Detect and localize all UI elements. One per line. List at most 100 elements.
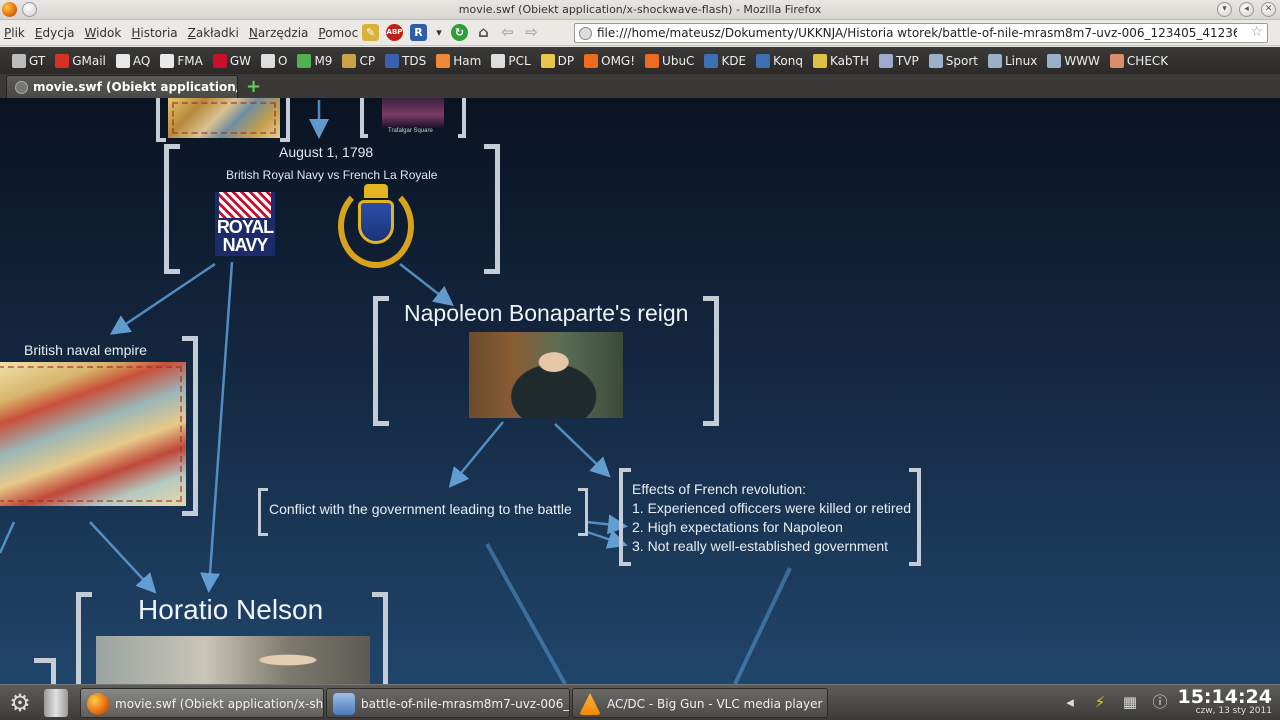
- world-map-image: [0, 362, 186, 506]
- bookmark-ham[interactable]: Ham: [432, 53, 485, 68]
- royal-navy-logo: ROYAL NAVY: [215, 192, 275, 256]
- conflict-text: Conflict with the government leading to …: [269, 501, 572, 517]
- bookmark-cp[interactable]: CP: [338, 53, 379, 68]
- napoleon-node[interactable]: Napoleon Bonaparte's reign: [373, 296, 719, 426]
- kde-menu-gear-icon[interactable]: ⚙: [6, 689, 34, 717]
- flash-presentation[interactable]: Trafalgar Square August 1, 1798 British …: [0, 98, 1280, 684]
- map-image: [168, 98, 280, 138]
- bookmark-m9[interactable]: M9: [293, 53, 336, 68]
- bookmark-linux[interactable]: Linux: [984, 53, 1041, 68]
- bookmark-icon: [160, 53, 175, 68]
- effects-node[interactable]: Effects of French revolution: 1. Experie…: [619, 468, 921, 566]
- bookmark-icon: [1047, 53, 1062, 68]
- bookmark-pcl[interactable]: PCL: [487, 53, 534, 68]
- clock[interactable]: 15:14:24 czw, 13 sty 2011: [1177, 686, 1272, 716]
- map-node[interactable]: [156, 98, 290, 142]
- bookmark-dp[interactable]: DP: [537, 53, 578, 68]
- window-title: movie.swf (Obiekt application/x-shockwav…: [458, 3, 822, 16]
- url-bar[interactable]: ☆: [574, 23, 1268, 43]
- menu-widok[interactable]: Widok: [84, 26, 121, 40]
- tab-label: movie.swf (Obiekt application/...: [33, 80, 238, 94]
- british-empire-node[interactable]: British naval empire: [0, 336, 198, 516]
- nelson-node[interactable]: Horatio Nelson: [76, 592, 388, 684]
- bookmark-omg[interactable]: OMG!: [580, 53, 639, 68]
- task-firefox[interactable]: movie.swf (Obiekt application/x-shoc: [80, 688, 324, 718]
- bookmark-check[interactable]: CHECK: [1106, 53, 1172, 68]
- conflict-node[interactable]: Conflict with the government leading to …: [258, 488, 588, 536]
- trash-icon[interactable]: [44, 689, 68, 717]
- menu-plik[interactable]: Plik: [4, 26, 25, 40]
- battle-date-node[interactable]: August 1, 1798 British Royal Navy vs Fre…: [164, 144, 500, 274]
- bookmark-icon: [342, 53, 357, 68]
- effects-title: Effects of French revolution:: [632, 481, 807, 497]
- info-icon[interactable]: ⓘ: [1150, 691, 1170, 713]
- menu-edycja[interactable]: Edycja: [35, 26, 75, 40]
- napoleon-title: Napoleon Bonaparte's reign: [404, 300, 689, 326]
- bookmark-gmail[interactable]: GMail: [51, 53, 110, 68]
- nelson-portrait: [96, 636, 370, 684]
- folder-icon: [333, 693, 355, 715]
- r-icon[interactable]: R: [410, 24, 427, 41]
- trafalgar-caption: Trafalgar Square: [388, 128, 433, 134]
- maximize-icon[interactable]: ◂: [1239, 2, 1254, 17]
- tray-arrow-icon[interactable]: ◂: [1060, 691, 1080, 713]
- menu-narzedzia[interactable]: Narzędzia: [249, 26, 309, 40]
- bookmark-gt[interactable]: GT: [8, 53, 49, 68]
- power-icon[interactable]: ⚡: [1090, 691, 1110, 713]
- bookmark-ubuc[interactable]: UbuC: [641, 53, 698, 68]
- effects-item-3: 3. Not really well-established governmen…: [632, 538, 889, 554]
- bookmark-konq[interactable]: Konq: [752, 53, 807, 68]
- bookmark-icon: [704, 53, 719, 68]
- bookmark-icon: [812, 53, 827, 68]
- bookmark-fma[interactable]: FMA: [156, 53, 206, 68]
- menu-bar: Plik Edycja Widok Historia Zakładki Narz…: [0, 20, 1280, 46]
- task-folder[interactable]: battle-of-nile-mrasm8m7-uvz-006_1: [326, 688, 570, 718]
- bookmark-gw[interactable]: GW: [209, 53, 255, 68]
- menu-items: Plik Edycja Widok Historia Zakładki Narz…: [4, 26, 358, 40]
- adblock-icon[interactable]: ABP: [386, 24, 403, 41]
- forward-icon[interactable]: ⇨: [523, 24, 540, 41]
- bookmark-kabth[interactable]: KabTH: [809, 53, 873, 68]
- home-icon[interactable]: ⌂: [475, 24, 492, 41]
- bookmark-star-icon[interactable]: ☆: [1250, 24, 1263, 40]
- bookmark-icon: [645, 53, 660, 68]
- back-icon[interactable]: ⇦: [499, 24, 516, 41]
- page-favicon-icon: [579, 27, 592, 40]
- bookmark-o[interactable]: O: [257, 53, 291, 68]
- trafalgar-image: [382, 98, 444, 128]
- dropdown-icon[interactable]: ▾: [434, 24, 444, 41]
- reload-icon[interactable]: ↻: [451, 24, 468, 41]
- battle-subtitle: British Royal Navy vs French La Royale: [226, 168, 438, 182]
- url-input[interactable]: [597, 25, 1237, 41]
- british-empire-title: British naval empire: [24, 342, 147, 358]
- bookmark-icon: [540, 53, 555, 68]
- new-tab-icon[interactable]: +: [246, 76, 261, 97]
- bookmark-tvp[interactable]: TVP: [875, 53, 923, 68]
- window-title-bar: movie.swf (Obiekt application/x-shockwav…: [0, 0, 1280, 20]
- trafalgar-node[interactable]: Trafalgar Square: [360, 98, 466, 138]
- bookmark-tds[interactable]: TDS: [381, 53, 430, 68]
- clock-time: 15:14:24: [1177, 686, 1272, 708]
- greasemonkey-icon[interactable]: ✎: [362, 24, 379, 41]
- network-icon[interactable]: ▦: [1120, 691, 1140, 713]
- bookmark-icon: [212, 53, 227, 68]
- bookmark-icon: [115, 53, 130, 68]
- menu-pomoc[interactable]: Pomoc: [318, 26, 358, 40]
- bookmark-icon: [584, 53, 599, 68]
- menu-zakladki[interactable]: Zakładki: [188, 26, 239, 40]
- bookmark-kde[interactable]: KDE: [700, 53, 750, 68]
- menu-historia[interactable]: Historia: [131, 26, 177, 40]
- bookmark-sport[interactable]: Sport: [925, 53, 982, 68]
- bookmark-icon: [436, 53, 451, 68]
- bookmark-icon: [260, 53, 275, 68]
- minimize-icon[interactable]: ▾: [1217, 2, 1232, 17]
- bookmarks-toolbar: GT GMail AQ FMA GW O M9 CP TDS Ham PCL DP OMG! UbuC KD…: [0, 47, 1280, 74]
- bookmark-icon: [491, 53, 506, 68]
- battle-date: August 1, 1798: [279, 144, 374, 160]
- napoleon-portrait: [469, 332, 623, 418]
- bookmark-www[interactable]: WWW: [1043, 53, 1104, 68]
- task-vlc[interactable]: AC/DC - Big Gun - VLC media player: [572, 688, 828, 718]
- close-icon[interactable]: ✕: [1261, 2, 1276, 17]
- tab-movie-swf[interactable]: movie.swf (Obiekt application/...: [6, 75, 238, 98]
- bookmark-aq[interactable]: AQ: [112, 53, 154, 68]
